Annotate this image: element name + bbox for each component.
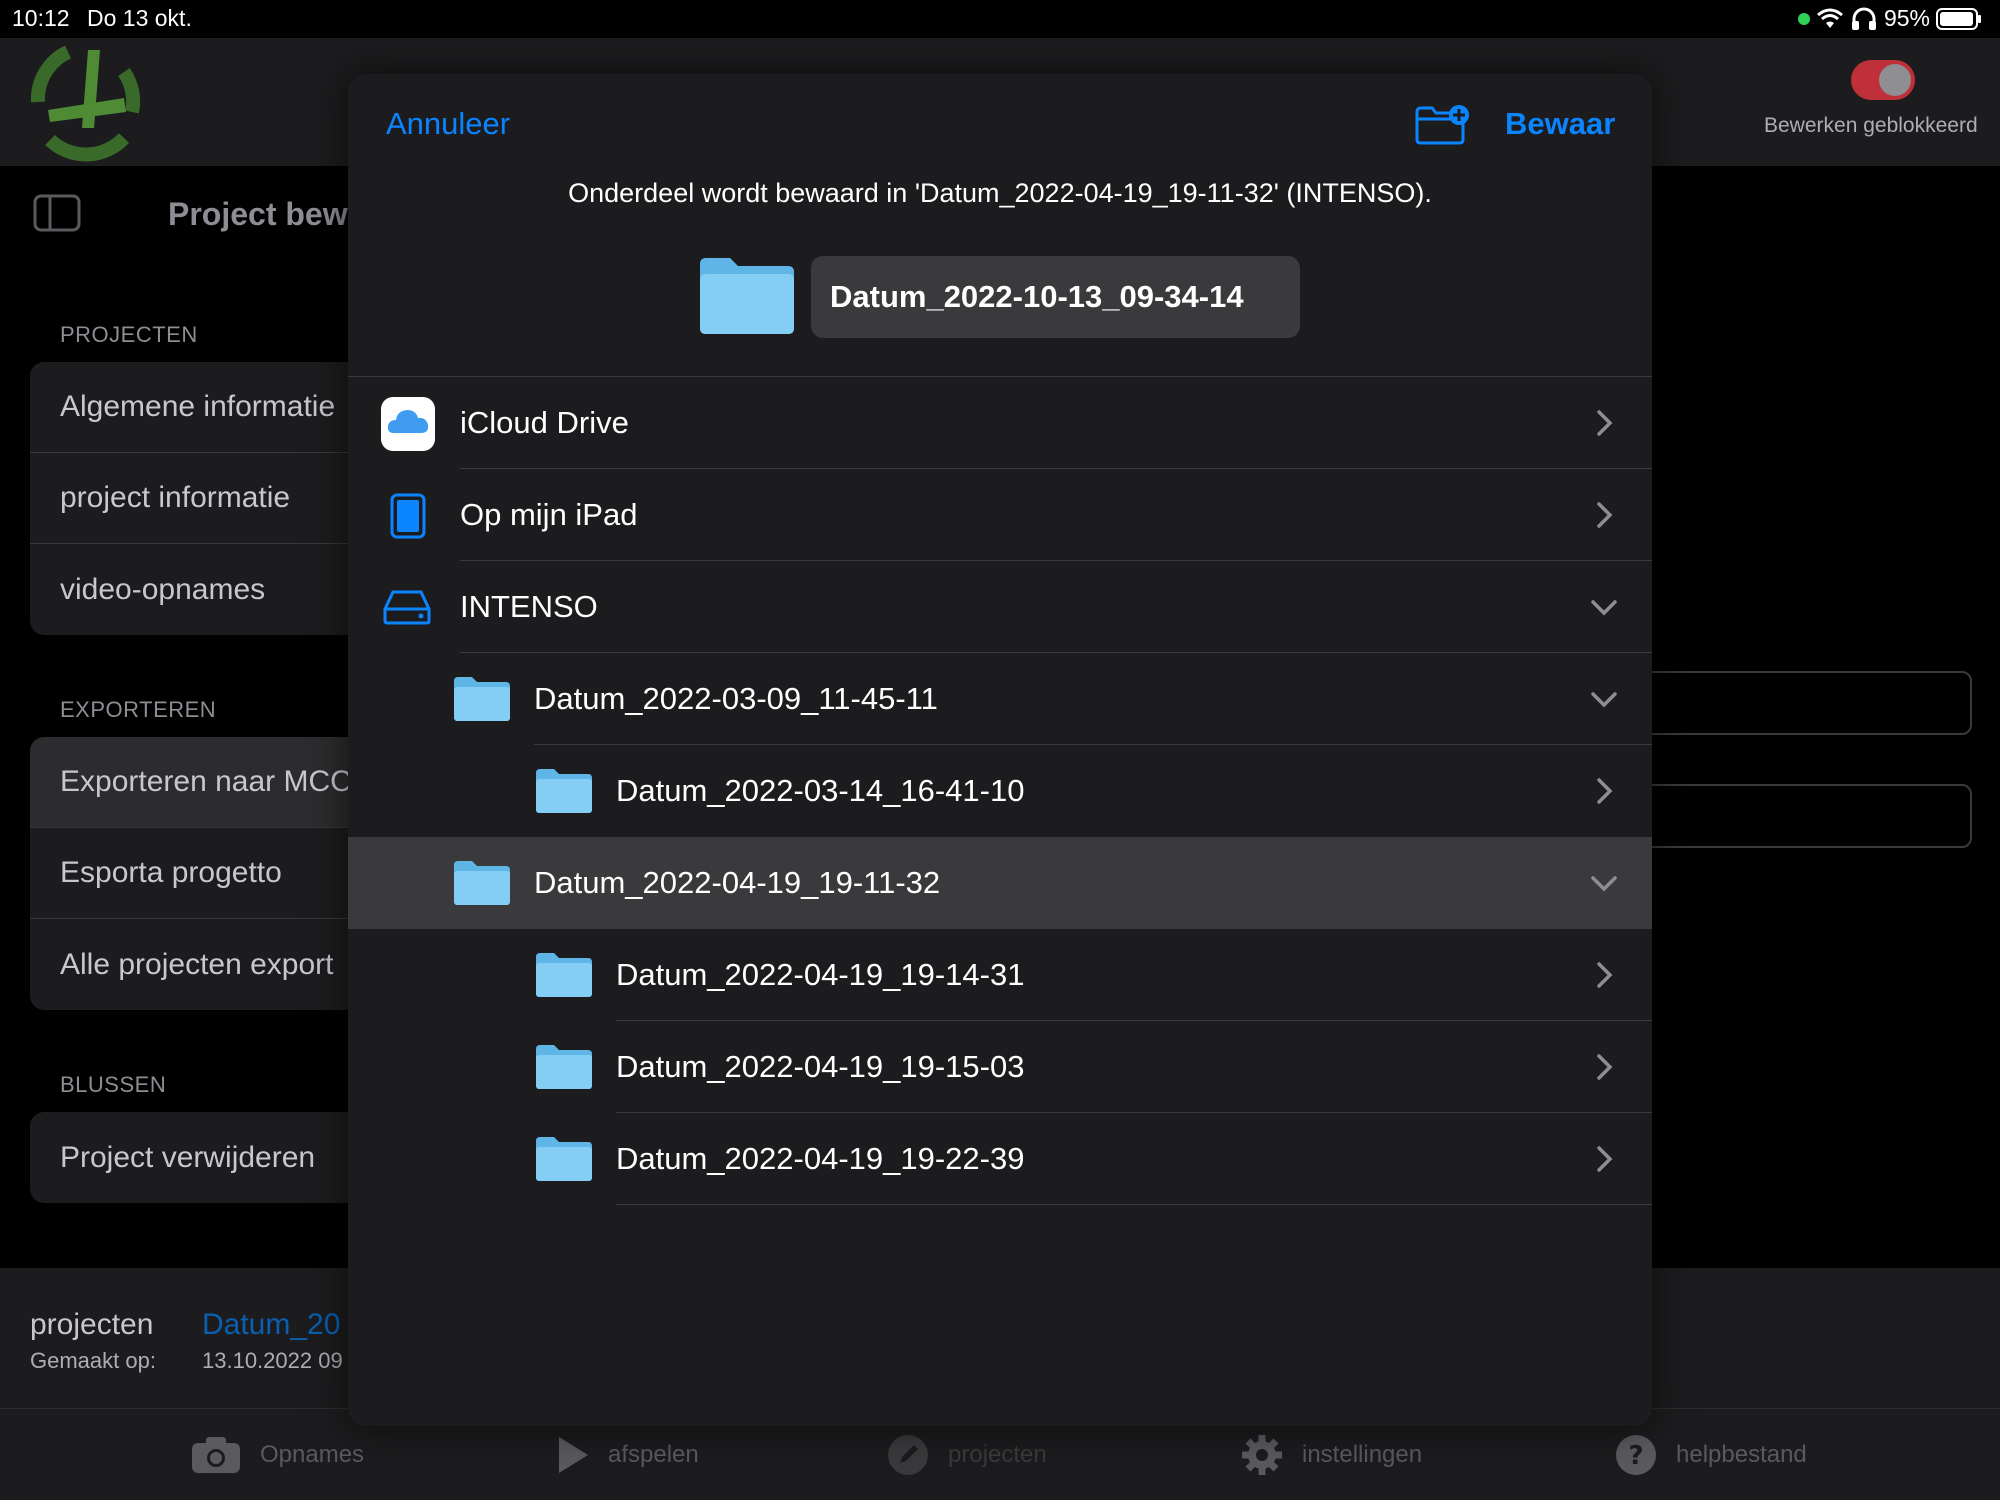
wifi-icon [1816, 8, 1843, 28]
chevron-down-icon [1591, 876, 1617, 892]
location-label: iCloud Drive [460, 405, 629, 440]
icloud-icon [381, 397, 435, 451]
group-blussen: Project verwijderen [30, 1112, 360, 1203]
folder-row[interactable]: Datum_2022-04-19_19-22-39 [348, 1113, 1652, 1205]
chevron-right-icon [1597, 962, 1613, 988]
status-time: 10:12 [12, 5, 70, 31]
folder-row[interactable]: Datum_2022-04-19_19-14-31 [348, 929, 1652, 1021]
folder-row[interactable]: Datum_2022-03-14_16-41-10 [348, 745, 1652, 837]
chevron-right-icon [1597, 1146, 1613, 1172]
battery-percent: 95% [1883, 5, 1930, 31]
location-label: INTENSO [460, 589, 598, 624]
sidebar: Project bewe PROJECTEN Algemene informat… [0, 166, 365, 1268]
folder-label: Datum_2022-04-19_19-22-39 [616, 1141, 1025, 1176]
location-row-icloud[interactable]: iCloud Drive [348, 377, 1652, 469]
save-location-message: Onderdeel wordt bewaard in 'Datum_2022-0… [568, 178, 1432, 208]
new-folder-icon[interactable] [1414, 104, 1470, 146]
chevron-down-icon [1591, 692, 1617, 708]
location-row-ipad[interactable]: Op mijn iPad [348, 469, 1652, 561]
tab-label: afspelen [608, 1441, 699, 1468]
chevron-right-icon [1597, 502, 1613, 528]
chevron-right-icon [1597, 778, 1613, 804]
folder-icon [536, 953, 592, 997]
sidebar-item-exporteren-mcc[interactable]: Exporteren naar MCC [30, 737, 360, 828]
group-projecten: Algemene informatie project informatie v… [30, 362, 360, 635]
tab-label: projecten [948, 1441, 1047, 1468]
tab-opnames[interactable]: Opnames [190, 1409, 364, 1500]
location-label: Op mijn iPad [460, 497, 638, 532]
detail-pane [1632, 166, 2000, 1268]
tab-label: Opnames [260, 1441, 365, 1468]
section-label-exporteren: EXPORTEREN [60, 697, 217, 722]
edit-lock-label: Bewerken geblokkeerd [1764, 114, 1978, 137]
play-icon [559, 1437, 588, 1473]
edit-lock-toggle[interactable] [1851, 60, 1915, 100]
status-right: 95% [1797, 5, 1982, 32]
status-bar: 10:12 Do 13 okt. 95% [0, 0, 2000, 38]
folder-label: Datum_2022-03-14_16-41-10 [616, 773, 1025, 808]
app-logo [30, 45, 141, 162]
camera-icon [192, 1437, 240, 1473]
folder-label: Datum_2022-03-09_11-45-11 [534, 681, 938, 716]
folder-icon [536, 1045, 592, 1089]
folder-icon [536, 1137, 592, 1181]
headphones-icon [1851, 7, 1876, 30]
sidebar-item-project-informatie[interactable]: project informatie [30, 453, 360, 544]
app: 10:12 Do 13 okt. 95% Bewerken geblokkeer… [0, 0, 2000, 1500]
location-row-intenso[interactable]: INTENSO [348, 561, 1652, 653]
group-exporteren: Exporteren naar MCC Esporta progetto All… [30, 737, 360, 1010]
folder-row[interactable]: Datum_2022-04-19_19-15-03 [348, 1021, 1652, 1113]
save-button[interactable]: Bewaar [1505, 106, 1615, 142]
created-value: 13.10.2022 09 [202, 1348, 343, 1373]
project-label: projecten [30, 1308, 154, 1341]
gear-icon [1242, 1435, 1282, 1475]
tab-label: instellingen [1302, 1441, 1423, 1468]
pencil-icon [888, 1435, 928, 1475]
file-folder-icon [700, 258, 794, 334]
toggle-knob [1879, 64, 1911, 96]
section-label-blussen: BLUSSEN [60, 1072, 167, 1097]
help-icon: ? [1616, 1435, 1656, 1475]
save-dialog: Annuleer Bewaar Onderdeel wordt bewaard … [348, 74, 1652, 1426]
folder-row-selected[interactable]: Datum_2022-04-19_19-11-32 [348, 837, 1652, 929]
chevron-right-icon [1597, 1054, 1613, 1080]
folder-label: Datum_2022-04-19_19-15-03 [616, 1049, 1025, 1084]
sidebar-item-alle-projecten-export[interactable]: Alle projecten export [30, 919, 360, 1010]
project-name[interactable]: Datum_20 [202, 1308, 340, 1342]
sidebar-item-esporta-progetto[interactable]: Esporta progetto [30, 828, 360, 919]
page-title: Project bewe [168, 196, 366, 232]
privacy-dot-icon [1797, 12, 1810, 25]
chevron-right-icon [1597, 410, 1613, 436]
sidebar-item-project-verwijderen[interactable]: Project verwijderen [30, 1112, 360, 1203]
svg-text:?: ? [1628, 1441, 1643, 1471]
section-label-projecten: PROJECTEN [60, 322, 198, 347]
created-label: Gemaakt op: [30, 1348, 156, 1373]
sidebar-item-algemene-informatie[interactable]: Algemene informatie [30, 362, 360, 453]
drive-icon [383, 590, 431, 625]
folder-label: Datum_2022-04-19_19-11-32 [534, 865, 941, 900]
folder-icon [454, 677, 510, 721]
filename-text: Datum_2022-10-13_09-34-14 [830, 279, 1244, 314]
folder-icon [536, 769, 592, 813]
sidebar-toggle-icon[interactable] [33, 194, 81, 232]
chevron-down-icon [1591, 600, 1617, 616]
status-date: Do 13 okt. [87, 5, 192, 31]
folder-label: Datum_2022-04-19_19-14-31 [616, 957, 1025, 992]
detail-input-2[interactable] [1632, 784, 1972, 848]
folder-row[interactable]: Datum_2022-03-09_11-45-11 [348, 653, 1652, 745]
folder-icon [454, 861, 510, 905]
detail-input-1[interactable] [1632, 671, 1972, 735]
cancel-button[interactable]: Annuleer [386, 106, 510, 142]
tab-label: helpbestand [1676, 1441, 1807, 1468]
sidebar-item-video-opnames[interactable]: video-opnames [30, 544, 360, 635]
ipad-icon [390, 493, 426, 539]
battery-icon [1936, 7, 1981, 30]
filename-field[interactable]: Datum_2022-10-13_09-34-14 [811, 256, 1300, 338]
